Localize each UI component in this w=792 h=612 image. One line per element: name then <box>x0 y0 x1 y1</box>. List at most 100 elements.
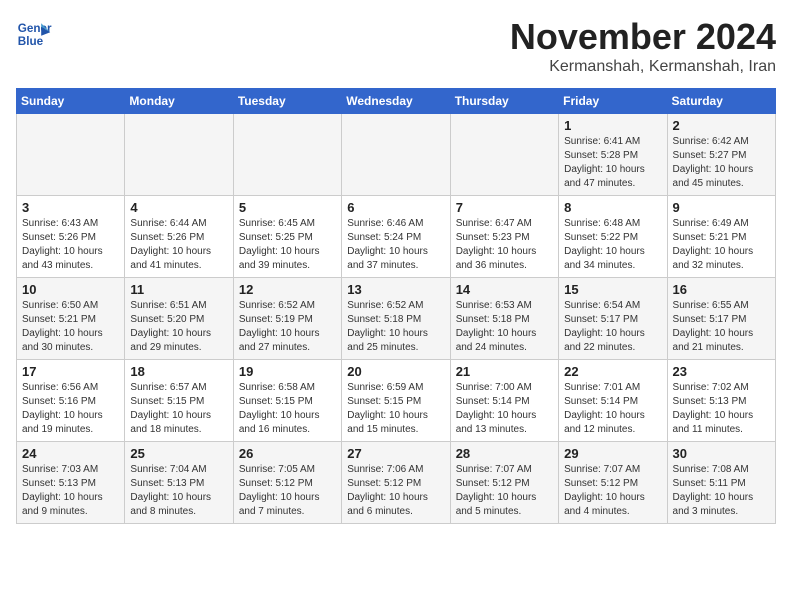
day-info: Sunrise: 6:53 AM Sunset: 5:18 PM Dayligh… <box>456 299 553 355</box>
day-info: Sunrise: 7:06 AM Sunset: 5:12 PM Dayligh… <box>347 463 444 519</box>
header-sunday: Sunday <box>17 89 125 114</box>
calendar-table: Sunday Monday Tuesday Wednesday Thursday… <box>16 88 776 524</box>
day-info: Sunrise: 6:46 AM Sunset: 5:24 PM Dayligh… <box>347 217 444 273</box>
day-number: 6 <box>347 200 444 215</box>
table-row: 4 Sunrise: 6:44 AM Sunset: 5:26 PM Daylig… <box>125 196 233 278</box>
day-info: Sunrise: 7:07 AM Sunset: 5:12 PM Dayligh… <box>564 463 661 519</box>
day-info: Sunrise: 7:08 AM Sunset: 5:11 PM Dayligh… <box>673 463 770 519</box>
table-row: 17Sunrise: 6:56 AM Sunset: 5:16 PM Dayli… <box>17 360 125 442</box>
day-info: Sunrise: 7:03 AM Sunset: 5:13 PM Dayligh… <box>22 463 119 519</box>
day-number: 25 <box>130 446 227 461</box>
day-info: Sunrise: 7:02 AM Sunset: 5:13 PM Dayligh… <box>673 381 770 437</box>
table-row <box>233 114 341 196</box>
day-number: 16 <box>673 282 770 297</box>
day-info: Sunrise: 6:49 AM Sunset: 5:21 PM Dayligh… <box>673 217 770 273</box>
svg-text:Blue: Blue <box>18 35 44 48</box>
table-row: 23 Sunrise: 7:02 AM Sunset: 5:13 PM Dayli… <box>667 360 775 442</box>
table-row: 26Sunrise: 7:05 AM Sunset: 5:12 PM Dayli… <box>233 442 341 524</box>
day-number: 12 <box>239 282 336 297</box>
location-title: Kermanshah, Kermanshah, Iran <box>510 58 776 76</box>
day-number: 27 <box>347 446 444 461</box>
calendar-week-row: 1Sunrise: 6:41 AM Sunset: 5:28 PM Daylig… <box>17 114 776 196</box>
day-info: Sunrise: 6:52 AM Sunset: 5:18 PM Dayligh… <box>347 299 444 355</box>
day-number: 18 <box>130 364 227 379</box>
title-section: November 2024 Kermanshah, Kermanshah, Ir… <box>510 16 776 76</box>
day-info: Sunrise: 6:59 AM Sunset: 5:15 PM Dayligh… <box>347 381 444 437</box>
table-row: 29 Sunrise: 7:07 AM Sunset: 5:12 PM Dayli… <box>559 442 667 524</box>
table-row: 18 Sunrise: 6:57 AM Sunset: 5:15 PM Dayli… <box>125 360 233 442</box>
table-row <box>17 114 125 196</box>
day-number: 14 <box>456 282 553 297</box>
table-row: 16 Sunrise: 6:55 AM Sunset: 5:17 PM Dayli… <box>667 278 775 360</box>
table-row: 1Sunrise: 6:41 AM Sunset: 5:28 PM Daylig… <box>559 114 667 196</box>
day-info: Sunrise: 7:01 AM Sunset: 5:14 PM Dayligh… <box>564 381 661 437</box>
header-friday: Friday <box>559 89 667 114</box>
table-row <box>450 114 558 196</box>
day-number: 19 <box>239 364 336 379</box>
day-info: Sunrise: 7:07 AM Sunset: 5:12 PM Dayligh… <box>456 463 553 519</box>
day-number: 8 <box>564 200 661 215</box>
month-title: November 2024 <box>510 16 776 58</box>
day-info: Sunrise: 6:43 AM Sunset: 5:26 PM Dayligh… <box>22 217 119 273</box>
day-number: 29 <box>564 446 661 461</box>
day-number: 9 <box>673 200 770 215</box>
table-row: 30 Sunrise: 7:08 AM Sunset: 5:11 PM Dayli… <box>667 442 775 524</box>
day-info: Sunrise: 7:04 AM Sunset: 5:13 PM Dayligh… <box>130 463 227 519</box>
table-row: 15 Sunrise: 6:54 AM Sunset: 5:17 PM Dayli… <box>559 278 667 360</box>
table-row: 7Sunrise: 6:47 AM Sunset: 5:23 PM Daylig… <box>450 196 558 278</box>
day-number: 24 <box>22 446 119 461</box>
table-row <box>125 114 233 196</box>
table-row: 27 Sunrise: 7:06 AM Sunset: 5:12 PM Dayli… <box>342 442 450 524</box>
day-number: 28 <box>456 446 553 461</box>
header-monday: Monday <box>125 89 233 114</box>
day-number: 21 <box>456 364 553 379</box>
table-row: 21 Sunrise: 7:00 AM Sunset: 5:14 PM Dayli… <box>450 360 558 442</box>
logo-icon: General Blue <box>16 16 52 52</box>
day-info: Sunrise: 6:54 AM Sunset: 5:17 PM Dayligh… <box>564 299 661 355</box>
day-number: 30 <box>673 446 770 461</box>
day-number: 3 <box>22 200 119 215</box>
day-info: Sunrise: 6:41 AM Sunset: 5:28 PM Dayligh… <box>564 135 661 191</box>
calendar-week-row: 3 Sunrise: 6:43 AM Sunset: 5:26 PM Daylig… <box>17 196 776 278</box>
table-row <box>342 114 450 196</box>
day-info: Sunrise: 6:55 AM Sunset: 5:17 PM Dayligh… <box>673 299 770 355</box>
header-thursday: Thursday <box>450 89 558 114</box>
table-row: 24 Sunrise: 7:03 AM Sunset: 5:13 PM Dayli… <box>17 442 125 524</box>
day-info: Sunrise: 6:56 AM Sunset: 5:16 PM Dayligh… <box>22 381 119 437</box>
day-number: 22 <box>564 364 661 379</box>
day-number: 11 <box>130 282 227 297</box>
page-header: General Blue November 2024 Kermanshah, K… <box>16 16 776 76</box>
table-row: 11Sunrise: 6:51 AM Sunset: 5:20 PM Dayli… <box>125 278 233 360</box>
header-tuesday: Tuesday <box>233 89 341 114</box>
day-number: 26 <box>239 446 336 461</box>
table-row: 25 Sunrise: 7:04 AM Sunset: 5:13 PM Dayli… <box>125 442 233 524</box>
table-row: 8 Sunrise: 6:48 AM Sunset: 5:22 PM Daylig… <box>559 196 667 278</box>
day-number: 15 <box>564 282 661 297</box>
header-saturday: Saturday <box>667 89 775 114</box>
day-info: Sunrise: 6:50 AM Sunset: 5:21 PM Dayligh… <box>22 299 119 355</box>
calendar-week-row: 10 Sunrise: 6:50 AM Sunset: 5:21 PM Dayli… <box>17 278 776 360</box>
day-info: Sunrise: 6:42 AM Sunset: 5:27 PM Dayligh… <box>673 135 770 191</box>
day-info: Sunrise: 6:48 AM Sunset: 5:22 PM Dayligh… <box>564 217 661 273</box>
table-row: 12Sunrise: 6:52 AM Sunset: 5:19 PM Dayli… <box>233 278 341 360</box>
day-number: 5 <box>239 200 336 215</box>
day-number: 13 <box>347 282 444 297</box>
day-info: Sunrise: 6:44 AM Sunset: 5:26 PM Dayligh… <box>130 217 227 273</box>
table-row: 13 Sunrise: 6:52 AM Sunset: 5:18 PM Dayli… <box>342 278 450 360</box>
day-info: Sunrise: 7:00 AM Sunset: 5:14 PM Dayligh… <box>456 381 553 437</box>
table-row: 20Sunrise: 6:59 AM Sunset: 5:15 PM Dayli… <box>342 360 450 442</box>
day-number: 23 <box>673 364 770 379</box>
day-info: Sunrise: 6:45 AM Sunset: 5:25 PM Dayligh… <box>239 217 336 273</box>
calendar-header-row: Sunday Monday Tuesday Wednesday Thursday… <box>17 89 776 114</box>
table-row: 28 Sunrise: 7:07 AM Sunset: 5:12 PM Dayli… <box>450 442 558 524</box>
day-info: Sunrise: 6:47 AM Sunset: 5:23 PM Dayligh… <box>456 217 553 273</box>
table-row: 14 Sunrise: 6:53 AM Sunset: 5:18 PM Dayli… <box>450 278 558 360</box>
logo: General Blue <box>16 16 52 52</box>
table-row: 3 Sunrise: 6:43 AM Sunset: 5:26 PM Daylig… <box>17 196 125 278</box>
calendar-week-row: 24 Sunrise: 7:03 AM Sunset: 5:13 PM Dayli… <box>17 442 776 524</box>
header-wednesday: Wednesday <box>342 89 450 114</box>
day-number: 4 <box>130 200 227 215</box>
day-number: 10 <box>22 282 119 297</box>
day-info: Sunrise: 6:57 AM Sunset: 5:15 PM Dayligh… <box>130 381 227 437</box>
table-row: 19Sunrise: 6:58 AM Sunset: 5:15 PM Dayli… <box>233 360 341 442</box>
